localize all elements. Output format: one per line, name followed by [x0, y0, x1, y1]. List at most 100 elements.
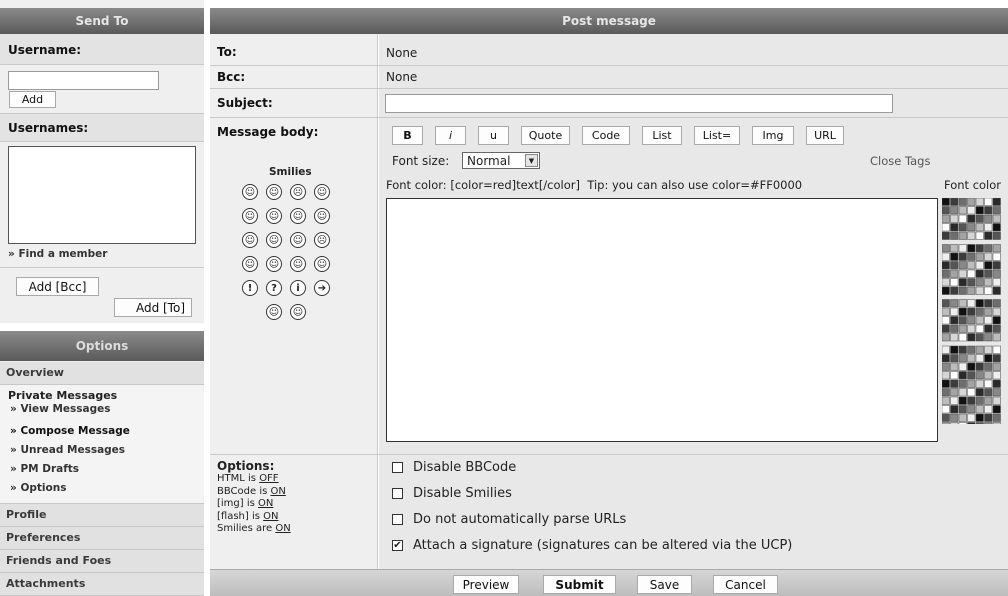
- palette-swatch[interactable]: [975, 307, 984, 316]
- palette-swatch[interactable]: [950, 198, 959, 206]
- palette-swatch[interactable]: [992, 405, 1001, 414]
- palette-swatch[interactable]: [958, 324, 967, 333]
- smiley-icon-20[interactable]: ☺: [266, 304, 282, 320]
- palette-swatch[interactable]: [942, 198, 950, 206]
- palette-swatch[interactable]: [967, 316, 976, 325]
- palette-swatch[interactable]: [950, 278, 959, 287]
- palette-swatch[interactable]: [975, 324, 984, 333]
- smiley-icon-4[interactable]: ☺: [242, 208, 258, 224]
- palette-swatch[interactable]: [958, 388, 967, 397]
- palette-swatch[interactable]: [975, 422, 984, 425]
- palette-swatch[interactable]: [958, 371, 967, 380]
- palette-swatch[interactable]: [950, 333, 959, 342]
- bbcode-button-6[interactable]: List=: [694, 126, 740, 145]
- palette-swatch[interactable]: [967, 388, 976, 397]
- menu-attachments[interactable]: Attachments: [0, 573, 204, 596]
- palette-swatch[interactable]: [950, 244, 959, 253]
- palette-swatch[interactable]: [950, 396, 959, 405]
- palette-swatch[interactable]: [975, 371, 984, 380]
- palette-swatch[interactable]: [958, 269, 967, 278]
- palette-swatch[interactable]: [950, 405, 959, 414]
- palette-swatch[interactable]: [967, 231, 976, 240]
- palette-swatch[interactable]: [942, 405, 950, 414]
- palette-swatch[interactable]: [950, 269, 959, 278]
- palette-swatch[interactable]: [958, 198, 967, 206]
- palette-swatch[interactable]: [984, 244, 993, 253]
- palette-swatch[interactable]: [975, 278, 984, 287]
- smiley-icon-19[interactable]: ➔: [314, 280, 330, 296]
- smiley-icon-16[interactable]: !: [242, 280, 258, 296]
- palette-swatch[interactable]: [992, 422, 1001, 425]
- bbcode-button-1[interactable]: i: [435, 126, 466, 145]
- palette-swatch[interactable]: [950, 316, 959, 325]
- smilies-status-value[interactable]: ON: [275, 523, 290, 534]
- palette-swatch[interactable]: [967, 261, 976, 270]
- palette-swatch[interactable]: [984, 214, 993, 223]
- palette-swatch[interactable]: [958, 261, 967, 270]
- palette-swatch[interactable]: [975, 244, 984, 253]
- palette-swatch[interactable]: [992, 231, 1001, 240]
- smiley-icon-21[interactable]: ☺: [290, 304, 306, 320]
- palette-swatch[interactable]: [975, 316, 984, 325]
- palette-swatch[interactable]: [958, 231, 967, 240]
- palette-swatch[interactable]: [984, 345, 993, 354]
- smiley-icon-18[interactable]: i: [290, 280, 306, 296]
- menu-compose-message[interactable]: » Compose Message: [0, 422, 130, 441]
- font-size-select[interactable]: Normal ▼: [462, 152, 540, 169]
- palette-swatch[interactable]: [950, 307, 959, 316]
- smiley-icon-9[interactable]: ☺: [266, 232, 282, 248]
- palette-swatch[interactable]: [942, 362, 950, 371]
- palette-swatch[interactable]: [958, 345, 967, 354]
- palette-swatch[interactable]: [975, 286, 984, 295]
- palette-swatch[interactable]: [984, 371, 993, 380]
- palette-swatch[interactable]: [992, 252, 1001, 261]
- close-tags-link[interactable]: Close Tags: [870, 154, 930, 168]
- palette-swatch[interactable]: [975, 299, 984, 308]
- palette-swatch[interactable]: [942, 214, 950, 223]
- palette-swatch[interactable]: [984, 307, 993, 316]
- palette-swatch[interactable]: [992, 278, 1001, 287]
- palette-swatch[interactable]: [975, 396, 984, 405]
- palette-swatch[interactable]: [950, 252, 959, 261]
- option-checkbox-row-0[interactable]: Disable BBCode: [392, 460, 516, 475]
- palette-swatch[interactable]: [992, 286, 1001, 295]
- color-palette-grid[interactable]: [942, 198, 1008, 424]
- palette-swatch[interactable]: [967, 379, 976, 388]
- palette-swatch[interactable]: [984, 388, 993, 397]
- palette-swatch[interactable]: [942, 299, 950, 308]
- palette-swatch[interactable]: [984, 362, 993, 371]
- preview-button[interactable]: Preview: [453, 575, 519, 594]
- palette-swatch[interactable]: [958, 333, 967, 342]
- palette-swatch[interactable]: [992, 206, 1001, 215]
- subject-input[interactable]: [385, 94, 893, 113]
- palette-swatch[interactable]: [967, 324, 976, 333]
- palette-swatch[interactable]: [950, 371, 959, 380]
- palette-swatch[interactable]: [984, 299, 993, 308]
- palette-swatch[interactable]: [958, 396, 967, 405]
- palette-swatch[interactable]: [958, 379, 967, 388]
- menu-overview[interactable]: Overview: [0, 362, 204, 385]
- palette-swatch[interactable]: [967, 286, 976, 295]
- palette-swatch[interactable]: [967, 354, 976, 363]
- palette-swatch[interactable]: [975, 388, 984, 397]
- smiley-icon-12[interactable]: ☺: [242, 256, 258, 272]
- palette-swatch[interactable]: [958, 278, 967, 287]
- palette-swatch[interactable]: [967, 333, 976, 342]
- palette-swatch[interactable]: [950, 299, 959, 308]
- palette-swatch[interactable]: [992, 362, 1001, 371]
- palette-swatch[interactable]: [984, 223, 993, 232]
- palette-swatch[interactable]: [942, 223, 950, 232]
- palette-swatch[interactable]: [958, 362, 967, 371]
- palette-swatch[interactable]: [967, 206, 976, 215]
- palette-swatch[interactable]: [967, 244, 976, 253]
- palette-swatch[interactable]: [992, 333, 1001, 342]
- palette-swatch[interactable]: [984, 422, 993, 425]
- palette-swatch[interactable]: [942, 252, 950, 261]
- palette-swatch[interactable]: [942, 333, 950, 342]
- palette-swatch[interactable]: [942, 206, 950, 215]
- palette-swatch[interactable]: [967, 214, 976, 223]
- save-button[interactable]: Save: [637, 575, 692, 594]
- palette-swatch[interactable]: [950, 413, 959, 422]
- palette-swatch[interactable]: [975, 379, 984, 388]
- palette-swatch[interactable]: [992, 413, 1001, 422]
